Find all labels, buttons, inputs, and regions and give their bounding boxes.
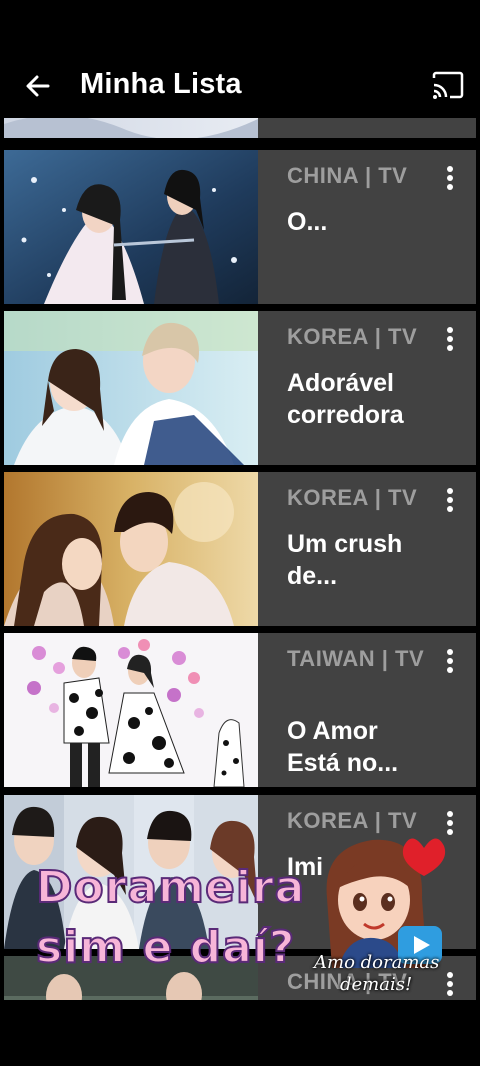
- poster-thumbnail[interactable]: [4, 472, 258, 626]
- overlay-signature-line2: demais!: [340, 974, 413, 995]
- list-item[interactable]: TAIWAN | TV O Amor Está no...: [4, 633, 476, 787]
- poster-thumbnail[interactable]: [4, 633, 258, 787]
- item-meta: TAIWAN | TV: [287, 646, 425, 671]
- more-options-button[interactable]: [438, 486, 462, 516]
- more-options-button[interactable]: [438, 325, 462, 355]
- poster-thumbnail[interactable]: [4, 118, 258, 138]
- list-item[interactable]: CHINA | TV O...: [4, 150, 476, 304]
- item-meta: KOREA | TV: [287, 485, 418, 510]
- status-bar: [0, 0, 480, 58]
- overlay-signature-line1: Amo doramas: [314, 952, 440, 973]
- item-title[interactable]: Um crush de...: [287, 528, 437, 592]
- list-item-partial[interactable]: [4, 118, 476, 138]
- app-bar: Minha Lista: [0, 58, 480, 118]
- item-meta: CHINA | TV: [287, 163, 408, 188]
- cast-button[interactable]: [430, 68, 466, 104]
- list-item[interactable]: KOREA | TV Adorável corredora: [4, 311, 476, 465]
- bottom-bar: [0, 1000, 480, 1066]
- poster-thumbnail[interactable]: [4, 311, 258, 465]
- item-title[interactable]: Adorável corredora: [287, 367, 437, 431]
- overlay-line1: Dorameira: [35, 861, 306, 914]
- item-title[interactable]: O Amor Está no...: [287, 715, 437, 779]
- list-item[interactable]: KOREA | TV Um crush de...: [4, 472, 476, 626]
- item-title[interactable]: O...: [287, 206, 437, 238]
- poster-thumbnail[interactable]: [4, 150, 258, 304]
- overlay-line2: sim e daí?: [35, 921, 296, 974]
- arrow-left-icon: [26, 75, 50, 97]
- my-list[interactable]: CHINA | TV O... KOREA | TV Adorável corr…: [0, 118, 480, 1000]
- more-options-button[interactable]: [438, 164, 462, 194]
- back-button[interactable]: [22, 70, 54, 102]
- page-title: Minha Lista: [80, 68, 242, 100]
- item-meta: KOREA | TV: [287, 324, 418, 349]
- cast-icon: [432, 71, 464, 99]
- more-options-button[interactable]: [438, 647, 462, 677]
